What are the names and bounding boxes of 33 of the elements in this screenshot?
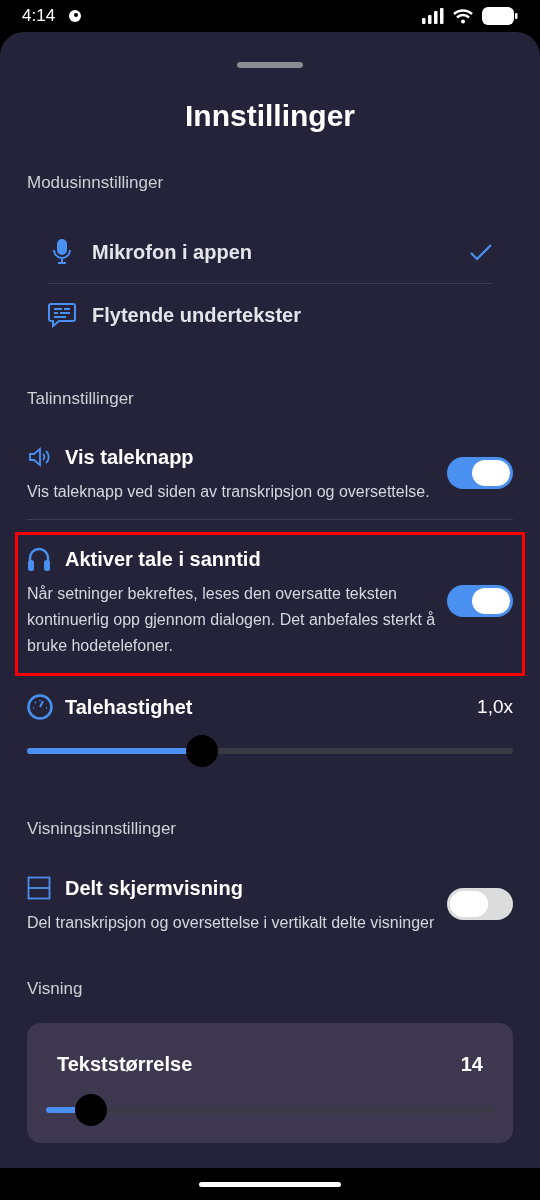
drag-handle[interactable] xyxy=(237,62,303,68)
signal-icon xyxy=(422,8,444,24)
setting-title: Talehastighet xyxy=(65,695,193,720)
section-label: Talinnstillinger xyxy=(27,387,135,410)
status-time: 4:14 xyxy=(22,5,56,28)
text-size-value: 14 xyxy=(460,1052,483,1077)
section-label: Modusinnstillinger xyxy=(27,172,165,194)
slider-thumb[interactable] xyxy=(185,735,218,767)
setting-title: Vis taleknapp xyxy=(65,445,194,470)
speed-value: 1,0x xyxy=(477,694,513,719)
microphone-icon xyxy=(52,239,72,265)
setting-description: Del transkripsjon og oversettelse i vertikalt delte visninger xyxy=(27,912,436,933)
toggle-switch[interactable] xyxy=(447,887,513,920)
sheet-title: Innstillinger xyxy=(185,98,355,134)
setting-description: Når setninger bekreftes, leses den oversatte teksten kontinuerlig opp gjennom dialogen. Det anbefales sterkt å bruke hodetelefoner. xyxy=(27,584,437,656)
setting-description: Vis taleknapp ved siden av transkripsjon og oversettelse. xyxy=(27,482,431,502)
battery-icon xyxy=(482,7,518,25)
speedometer-icon xyxy=(27,694,53,720)
setting-title: Tekststørrelse xyxy=(57,1052,193,1077)
section-label: Visning xyxy=(27,977,84,1000)
split-view-icon xyxy=(27,875,51,900)
setting-title: Aktiver tale i sanntid xyxy=(65,547,261,572)
headphones-icon xyxy=(27,546,51,572)
speaker-icon xyxy=(27,445,51,469)
toggle-switch[interactable] xyxy=(447,457,513,489)
wifi-icon xyxy=(452,8,474,24)
mode-option[interactable]: Mikrofon i appen xyxy=(48,237,470,267)
toggle-switch[interactable] xyxy=(447,585,513,617)
slider-thumb[interactable] xyxy=(74,1094,107,1126)
section-label: Visningsinnstillinger xyxy=(27,818,177,840)
chat-bubble-icon xyxy=(48,301,76,328)
mode-option[interactable]: Flytende undertekster xyxy=(48,299,492,330)
setting-title: Delt skjermvisning xyxy=(65,875,243,901)
